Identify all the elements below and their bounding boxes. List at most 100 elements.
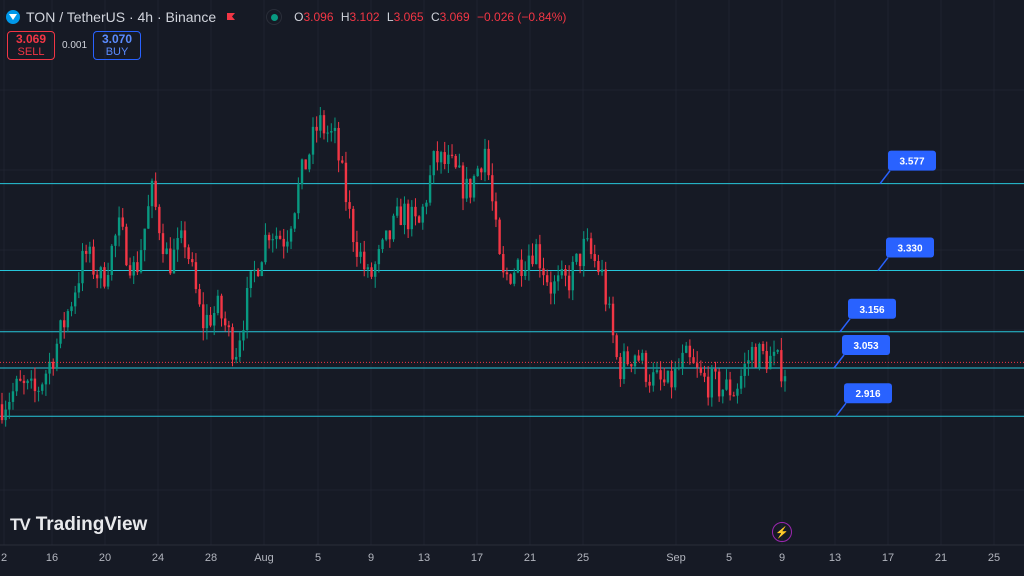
buy-button[interactable]: 3.070 BUY (93, 31, 141, 60)
candle-body (238, 340, 242, 357)
candlestick-series (0, 106, 1024, 427)
candle-body (428, 175, 432, 203)
candle-body (706, 376, 710, 398)
candle-body (110, 245, 113, 275)
candle-body (542, 268, 545, 276)
candle-body (498, 219, 501, 255)
candle-body (564, 269, 567, 276)
candle-body (344, 162, 348, 203)
candle-body (677, 367, 681, 369)
candle-body (132, 262, 135, 276)
candle-body (578, 253, 582, 267)
candle-body (655, 370, 659, 373)
sell-price: 3.069 (15, 31, 47, 46)
candle-body (582, 238, 585, 267)
candle-body (289, 228, 293, 242)
x-tick-label: 21 (935, 552, 947, 564)
candle-body (443, 152, 446, 165)
candle-body (11, 391, 15, 402)
spread-value: 0.001 (62, 40, 88, 51)
chart-header: TON / TetherUS · 4h · Binance O3.096 H3.… (6, 7, 570, 27)
candle-body (553, 281, 556, 294)
candle-body (732, 395, 735, 397)
candle-body (480, 168, 483, 173)
candle-body (425, 202, 428, 207)
candle-body (103, 267, 106, 287)
candle-body (593, 254, 596, 262)
ohlc-low-value: 3.065 (393, 10, 424, 24)
candle-body (516, 259, 520, 273)
symbol-title[interactable]: TON / TetherUS · 4h · Binance (26, 9, 216, 25)
candle-body (465, 178, 468, 199)
candle-body (308, 154, 311, 170)
candle-body (48, 361, 51, 374)
market-status-icon[interactable] (266, 9, 283, 25)
candle-body (161, 233, 165, 255)
candle-body (604, 269, 607, 305)
candle-body (483, 148, 487, 173)
candle-body (414, 206, 417, 217)
lightning-icon[interactable]: ⚡ (772, 522, 792, 542)
ohlc-close-value: 3.069 (439, 10, 470, 24)
candle-body (282, 238, 285, 247)
candle-body (545, 275, 549, 283)
candle-body (469, 178, 472, 198)
candle-body (297, 184, 300, 214)
candle-body (717, 371, 721, 397)
candle-body (359, 251, 362, 257)
candle-body (399, 206, 403, 226)
tradingview-logo[interactable]: TV TradingView (10, 514, 147, 536)
candle-body (202, 304, 205, 329)
x-tick-label: 16 (46, 552, 58, 564)
x-tick-label: Aug (254, 552, 274, 564)
toncoin-icon (6, 10, 20, 24)
candle-body (117, 217, 121, 236)
candle-body (406, 203, 410, 230)
x-axis: 2 16 20 24 28 Aug 5 9 13 17 21 25 Sep 5 9 13 17 21 25 (0, 544, 1024, 564)
candle-body (41, 384, 44, 391)
x-tick-label: 21 (524, 552, 536, 564)
candle-body (688, 345, 692, 358)
x-tick-label: 5 (315, 552, 321, 564)
candle-body (549, 282, 553, 294)
candle-body (326, 132, 329, 134)
candle-body (300, 159, 304, 185)
candle-body (213, 313, 216, 326)
candle-body (374, 264, 377, 277)
candle-body (198, 289, 201, 305)
buy-label: BUY (105, 45, 129, 58)
candle-body (30, 378, 33, 381)
candle-body (73, 292, 77, 307)
candle-body (293, 213, 296, 229)
candle-body (194, 262, 198, 290)
candle-body (695, 363, 699, 368)
flag-icon[interactable] (226, 12, 236, 22)
candle-body (209, 314, 212, 326)
candle-body (264, 234, 267, 263)
x-tick-label: Sep (666, 552, 686, 564)
sell-button[interactable]: 3.069 SELL (7, 31, 55, 60)
candle-body (586, 238, 589, 240)
candle-body (721, 389, 724, 397)
candle-body (220, 295, 223, 319)
candle-body (253, 269, 256, 272)
candle-body (158, 206, 161, 234)
candle-body (505, 272, 509, 275)
ohlc-high-value: 3.102 (349, 10, 380, 24)
price-chart[interactable]: 3.577 3.330 3.156 3.053 2.916 2 16 20 24 28 Aug 5 9… (0, 0, 1024, 576)
ohlc-close-key: C (430, 10, 440, 24)
candle-body (509, 274, 512, 284)
candle-body (670, 370, 673, 388)
candle-body (363, 251, 366, 270)
candle-body (589, 238, 593, 255)
candle-body (392, 215, 395, 240)
candle-body (619, 357, 622, 380)
candle-body (143, 228, 146, 251)
candle-body (699, 367, 703, 373)
candle-body (227, 325, 231, 328)
candle-body (652, 372, 655, 386)
candle-body (267, 234, 271, 241)
x-tick-label: 9 (368, 552, 374, 564)
candle-body (176, 238, 179, 250)
x-tick-label: 13 (418, 552, 430, 564)
